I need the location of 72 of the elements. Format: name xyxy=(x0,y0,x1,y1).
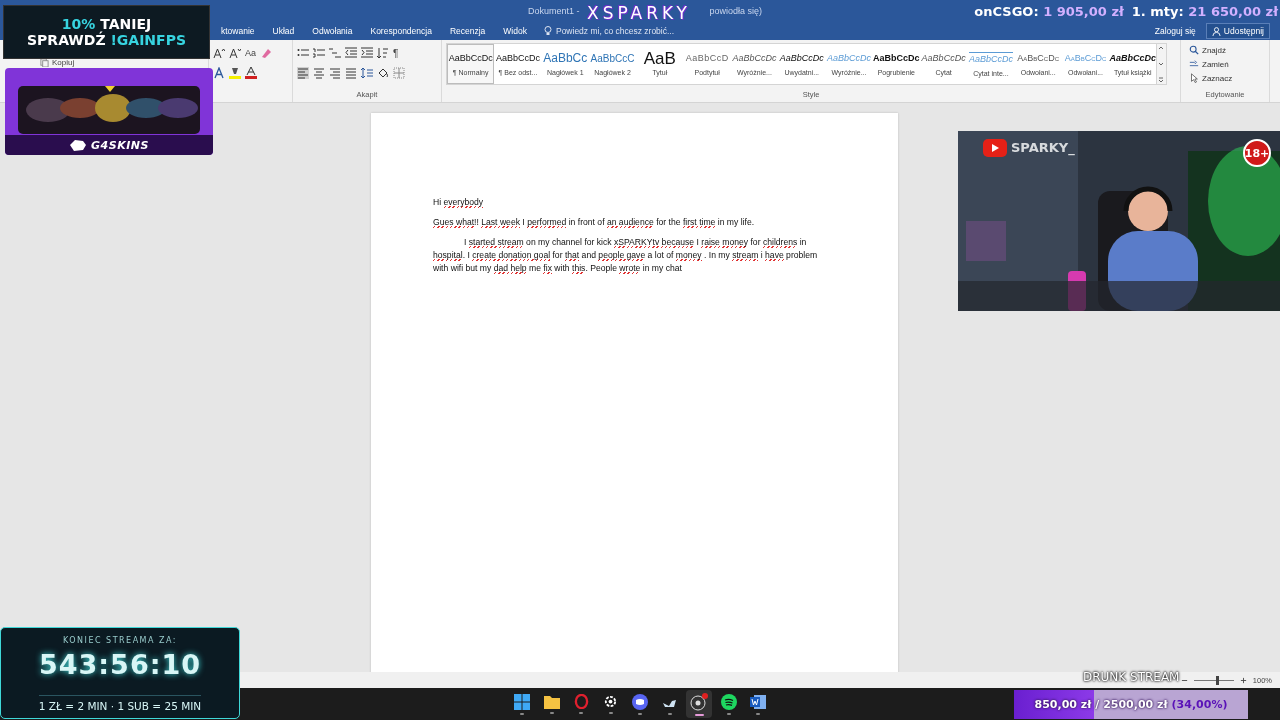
document-paragraph: Hi everybody xyxy=(433,196,485,209)
countdown-rates: 1 ZŁ = 2 MIN · 1 SUB = 25 MIN xyxy=(38,695,202,712)
countdown-time: 543:56:10 xyxy=(38,649,202,680)
ribbon-tab[interactable]: Recenzja xyxy=(440,22,495,40)
gear-icon[interactable] xyxy=(603,694,618,709)
editing-command[interactable]: Zamień xyxy=(1185,57,1265,71)
goal-percent: (34,00%) xyxy=(1171,698,1228,711)
goal-raised: 850,00 zł xyxy=(1034,698,1092,711)
grow-font-icon[interactable] xyxy=(213,47,225,59)
sign-in-link[interactable]: Zaloguj się xyxy=(1154,26,1196,36)
font-color-icon[interactable] xyxy=(245,67,257,79)
ribbon-tab[interactable]: ktowanie xyxy=(212,22,264,40)
stream-caption: DRUNK STREAM xyxy=(1083,670,1180,684)
recorder-icon[interactable] xyxy=(690,692,708,711)
stat-label: 1. mty: 21 650,00 zł xyxy=(1131,4,1278,19)
promo-line: 10% TANIEJ xyxy=(61,16,152,32)
ribbon-tab[interactable]: Widok xyxy=(494,22,536,40)
share-button[interactable]: Udostępnij xyxy=(1205,23,1270,39)
multilevel-list-icon[interactable] xyxy=(329,47,341,59)
find-command-icon xyxy=(1189,45,1199,55)
change-case-button[interactable]: Aa xyxy=(245,48,256,58)
document-paragraph: Gues what!! Last week I performed in front of an audience for the first time in my life. xyxy=(433,216,756,229)
stat-label: onCSGO: 1 905,00 zł xyxy=(974,4,1124,19)
ribbon-tab[interactable]: Korespondencja xyxy=(361,22,441,40)
person-icon xyxy=(1211,26,1221,36)
ribbon-tab[interactable]: Układ xyxy=(263,22,304,40)
tell-me-field[interactable]: Powiedz mi, co chcesz zrobić... xyxy=(555,26,675,36)
ribbon-tab[interactable]: Odwołania xyxy=(303,22,362,40)
music-app-icon[interactable] xyxy=(720,693,737,710)
zoom-slider-thumb[interactable] xyxy=(1215,675,1219,685)
channel-name: SPARKY_ xyxy=(1011,140,1075,155)
align-right-icon[interactable] xyxy=(329,67,341,79)
document-paragraph: I started stream on my channel for kick xSPARKYtv because I raise money for childrens in hospital. I create donation goal for that and people gave a lot of money . In my stream i have problem with wifi but my dad help me fix with this. People wrote in my chat xyxy=(433,236,818,275)
editing-command[interactable]: Zaznacz xyxy=(1185,71,1265,85)
windows-start-icon[interactable] xyxy=(514,693,530,710)
goal-target: / 2500,00 zł xyxy=(1095,698,1168,711)
lightbulb-icon xyxy=(543,26,552,36)
zoom-in-icon[interactable] xyxy=(1239,676,1247,684)
increase-indent-icon[interactable] xyxy=(361,47,373,59)
word-icon[interactable] xyxy=(750,693,766,710)
decrease-indent-icon[interactable] xyxy=(345,47,357,59)
shading-icon[interactable] xyxy=(377,67,389,79)
select-command-icon xyxy=(1189,73,1199,83)
chat-app-icon[interactable] xyxy=(632,693,648,710)
folder-icon[interactable] xyxy=(543,694,560,709)
countdown-title: KONIEC STREAMA ZA: xyxy=(62,636,178,645)
scroll-down-icon[interactable] xyxy=(1157,60,1166,68)
editing-command[interactable]: Znajdź xyxy=(1185,43,1265,57)
highlight-icon[interactable] xyxy=(229,67,241,79)
shrink-font-icon[interactable] xyxy=(229,47,241,59)
window-title-status: powiodła się) xyxy=(709,6,763,16)
clear-formatting-icon[interactable] xyxy=(260,47,272,59)
align-left-icon[interactable] xyxy=(297,67,309,79)
sponsor-logo: G4SKINS xyxy=(91,138,149,152)
justify-icon[interactable] xyxy=(345,67,357,79)
window-title: Dokument1 - xyxy=(528,6,580,16)
line-spacing-icon[interactable] xyxy=(361,67,373,79)
numbered-list-icon[interactable] xyxy=(313,47,325,59)
sort-icon[interactable] xyxy=(377,47,389,59)
align-center-icon[interactable] xyxy=(313,67,325,79)
promo-line: SPRAWDŹ !GAINFPS xyxy=(27,32,186,48)
copy-button[interactable]: Kopiuj xyxy=(52,58,75,67)
stream-logo: XSPARKY xyxy=(587,3,691,23)
play-logo-icon xyxy=(983,139,1007,157)
expand-gallery-icon[interactable] xyxy=(1157,76,1166,84)
copy-icon[interactable] xyxy=(40,58,49,67)
replace-command-icon xyxy=(1189,59,1199,69)
ring-icon[interactable] xyxy=(573,694,589,709)
text-effects-icon[interactable] xyxy=(213,67,225,79)
bullet-list-icon[interactable] xyxy=(297,47,309,59)
scroll-up-icon[interactable] xyxy=(1157,44,1166,52)
show-formatting-button[interactable]: ¶ xyxy=(393,47,399,59)
